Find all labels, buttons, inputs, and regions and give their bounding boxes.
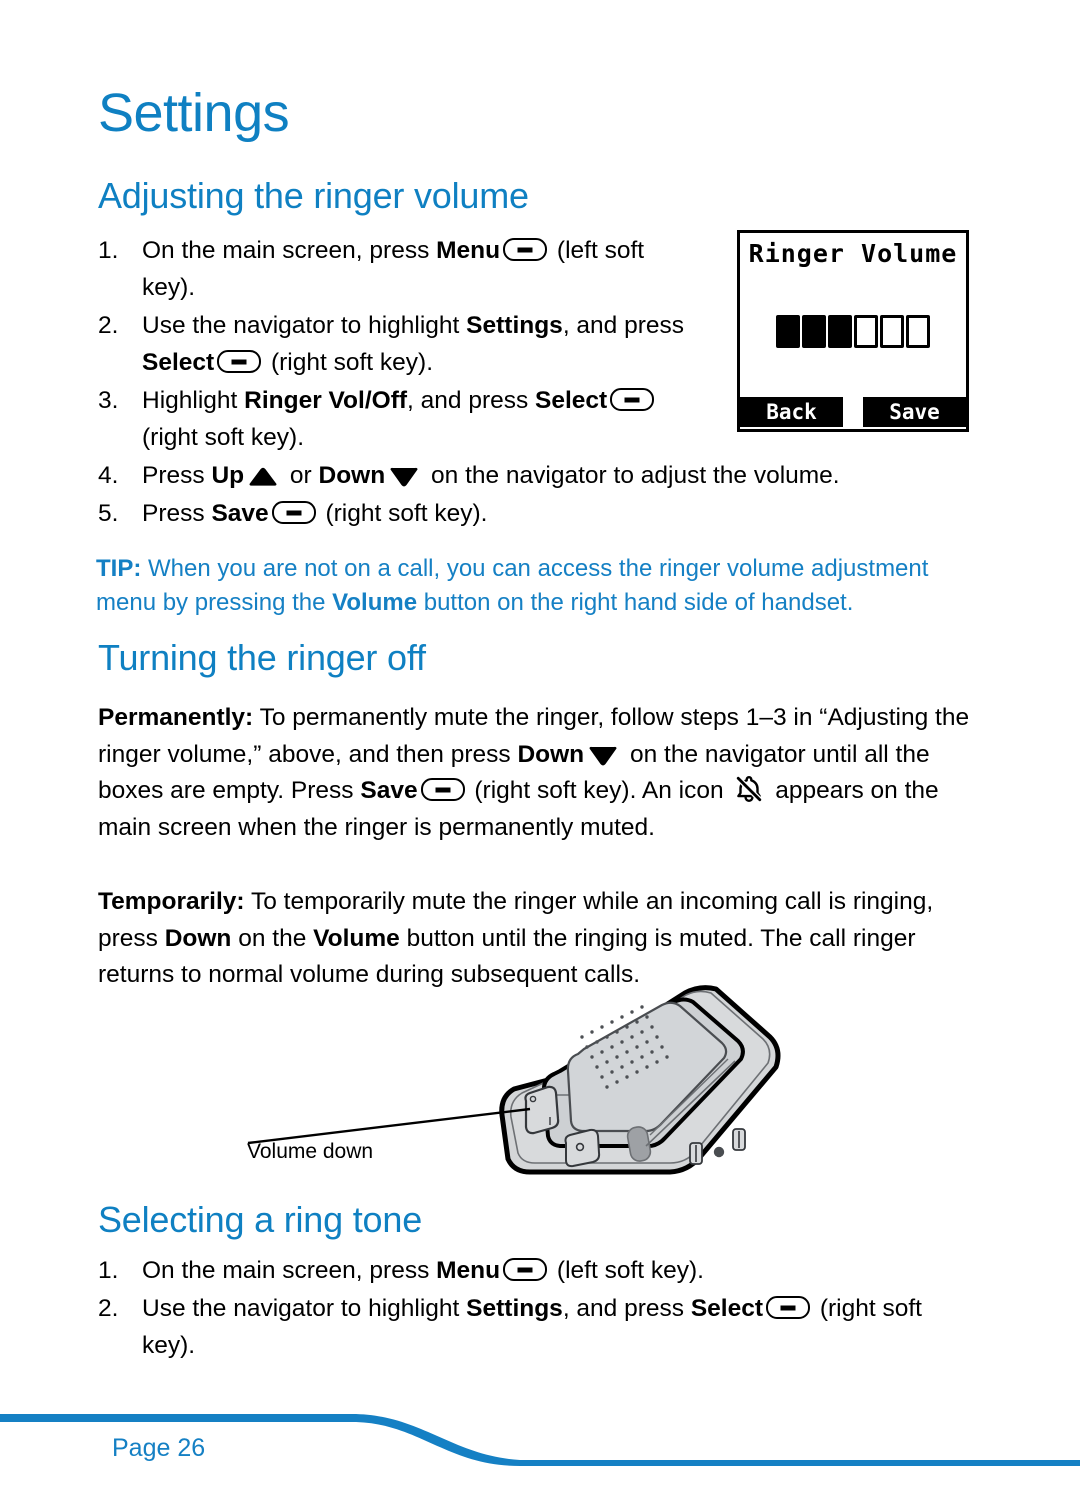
step-adjusting-item: 4. Press Up or Down on the navigator to a… bbox=[98, 457, 1022, 494]
section-heading-adjusting-ringer-volume: Adjusting the ringer volume bbox=[98, 175, 529, 216]
step-adjusting-text: On the main screen, press bbox=[142, 237, 437, 264]
step-adjusting-text: (right soft key). bbox=[142, 424, 305, 451]
page-title: Settings bbox=[98, 83, 290, 143]
manual-page: Settings Adjusting the ringer volume 1. O… bbox=[0, 0, 1080, 1506]
step-adjusting-text: Highlight bbox=[142, 387, 245, 414]
lcd-volume-box bbox=[802, 315, 826, 348]
paragraph-permanently: Permanently: To permanently mute the rin… bbox=[98, 700, 988, 846]
step-ringtone-item: 1. On the main screen, press Menu (left s… bbox=[98, 1252, 978, 1289]
callout-label-volume-down: Volume down bbox=[247, 1140, 374, 1163]
lcd-volume-box bbox=[776, 315, 800, 348]
step-adjusting-text: , and press bbox=[407, 387, 536, 414]
step-ringtone-text: , and press bbox=[562, 1295, 691, 1322]
step-adjusting-text: or bbox=[283, 462, 319, 489]
step-adjusting-bold-text: Save bbox=[211, 500, 269, 527]
step-adjusting-item: 5. Press Save (right soft key). bbox=[98, 495, 1022, 532]
temporarily-bold-down: Down bbox=[164, 924, 232, 952]
navigator-down-icon bbox=[588, 746, 618, 766]
step-adjusting-bold-text: Select bbox=[535, 387, 608, 414]
step-adjusting-text: (right soft key). bbox=[264, 349, 434, 376]
step-ringtone-bold-text: Menu bbox=[436, 1257, 501, 1284]
step-ringtone-text: (left soft key). bbox=[550, 1257, 704, 1284]
lcd-softkey-back[interactable]: Back bbox=[740, 397, 843, 427]
steps-list-adjusting: 1. On the main screen, press Menu (left s… bbox=[98, 232, 840, 533]
softkey-icon bbox=[420, 778, 465, 801]
step-ringtone-text: Use the navigator to highlight bbox=[142, 1295, 467, 1322]
step-ringtone-number: 2. bbox=[98, 1295, 119, 1322]
lcd-volume-box bbox=[880, 315, 904, 348]
tip-callout: TIP: When you are not on a call, you can… bbox=[96, 552, 991, 620]
phone-illustration bbox=[230, 975, 800, 1210]
temporarily-text-2: on the bbox=[231, 924, 314, 952]
permanently-bold-save: Save bbox=[360, 777, 418, 804]
navigator-up-icon bbox=[248, 467, 278, 487]
page-number: Page 26 bbox=[112, 1434, 206, 1462]
step-adjusting-bold-text: Menu bbox=[436, 237, 501, 264]
step-adjusting-number: 1. bbox=[98, 237, 119, 264]
step-adjusting-item: 2. Use the navigator to highlight Setting… bbox=[98, 307, 698, 381]
lcd-title: Ringer Volume bbox=[748, 239, 958, 268]
step-adjusting-item: 3. Highlight Ringer Vol/Off, and press Se… bbox=[98, 382, 698, 456]
temporarily-bold-volume: Volume bbox=[313, 924, 400, 952]
step-adjusting-text: Press bbox=[142, 462, 212, 489]
step-ringtone-item: 2. Use the navigator to highlight Setting… bbox=[98, 1290, 978, 1364]
step-ringtone-bold-text: Settings bbox=[466, 1295, 563, 1322]
permanently-bold-down: Down bbox=[517, 740, 585, 768]
lcd-volume-level-boxes bbox=[740, 315, 966, 348]
step-adjusting-bold-text: Ringer Vol/Off bbox=[244, 387, 408, 414]
navigator-down-icon bbox=[389, 467, 419, 487]
step-adjusting-bold-text: Settings bbox=[466, 312, 563, 339]
tip-label: TIP: bbox=[96, 555, 142, 582]
lcd-volume-box bbox=[906, 315, 930, 348]
step-ringtone-bold-text: Select bbox=[690, 1295, 764, 1322]
softkey-icon bbox=[610, 388, 655, 411]
step-adjusting-number: 5. bbox=[98, 500, 119, 527]
section-heading-turning-ringer-off: Turning the ringer off bbox=[98, 637, 426, 678]
step-ringtone-text: On the main screen, press bbox=[142, 1257, 437, 1284]
step-adjusting-text: Press bbox=[142, 500, 212, 527]
softkey-icon bbox=[503, 238, 548, 261]
permanently-label: Permanently: bbox=[98, 704, 254, 731]
tip-text-2: button on the right hand side of handset… bbox=[417, 589, 854, 616]
step-adjusting-number: 3. bbox=[98, 387, 119, 414]
muted-bell-icon bbox=[734, 774, 764, 804]
step-adjusting-bold-text: Up bbox=[211, 462, 245, 489]
steps-list-ring-tone: 1. On the main screen, press Menu (left s… bbox=[98, 1252, 978, 1365]
step-adjusting-bold-text: Select bbox=[142, 349, 215, 376]
lcd-volume-box bbox=[828, 315, 852, 348]
section-heading-selecting-ring-tone: Selecting a ring tone bbox=[98, 1199, 423, 1240]
lcd-softkey-bar: Back Save bbox=[740, 397, 966, 427]
softkey-icon bbox=[217, 350, 262, 373]
step-adjusting-text: , and press bbox=[562, 312, 685, 339]
softkey-icon bbox=[271, 501, 316, 524]
step-ringtone-number: 1. bbox=[98, 1257, 119, 1284]
temporarily-label: Temporarily: bbox=[98, 888, 245, 915]
lcd-volume-box bbox=[854, 315, 878, 348]
softkey-icon bbox=[503, 1258, 548, 1281]
step-adjusting-number: 2. bbox=[98, 312, 119, 339]
step-adjusting-bold-text: Down bbox=[318, 462, 386, 489]
step-adjusting-number: 4. bbox=[98, 462, 119, 489]
step-adjusting-text: Use the navigator to highlight bbox=[142, 312, 467, 339]
step-adjusting-item: 1. On the main screen, press Menu (left s… bbox=[98, 232, 698, 306]
tip-bold-volume: Volume bbox=[332, 589, 418, 616]
step-adjusting-text: on the navigator to adjust the volume. bbox=[424, 462, 840, 489]
softkey-icon bbox=[766, 1296, 811, 1319]
step-adjusting-text: (right soft key). bbox=[318, 500, 488, 527]
lcd-softkey-save[interactable]: Save bbox=[863, 397, 966, 427]
permanently-text-3: (right soft key). An icon bbox=[467, 777, 731, 804]
phone-lcd-screenshot: Ringer Volume Back Save bbox=[737, 230, 969, 432]
